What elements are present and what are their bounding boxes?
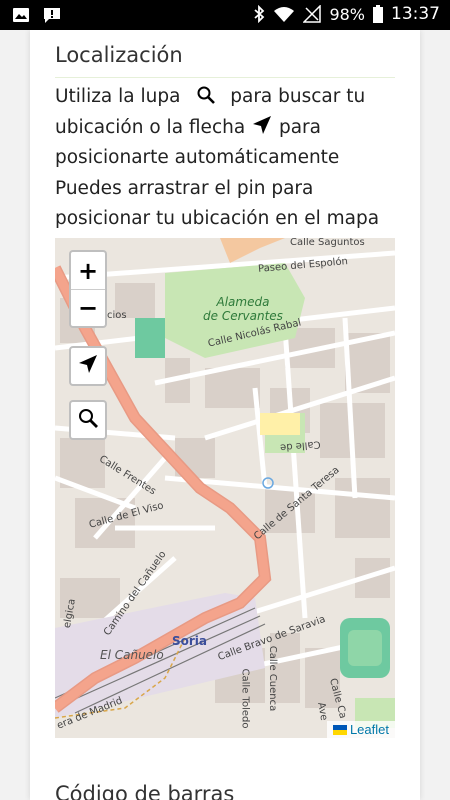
status-bar: 98% 13:37 xyxy=(0,0,450,30)
map-label-park: Alameda de Cervantes xyxy=(203,295,283,323)
battery-level: 98% xyxy=(329,4,365,24)
locate-button[interactable] xyxy=(69,346,107,386)
flag-icon xyxy=(332,724,347,735)
battery-icon xyxy=(373,5,383,23)
image-icon xyxy=(12,6,30,24)
locate-arrow-icon xyxy=(77,353,99,380)
map-label: Calle Cuenca xyxy=(267,645,279,712)
map-label: Calle Saguntos xyxy=(290,238,365,248)
zoom-out-button[interactable]: − xyxy=(71,289,105,326)
zoom-in-button[interactable]: + xyxy=(71,252,105,289)
map-label: Calle Toledo xyxy=(239,668,251,729)
magnifier-icon xyxy=(196,85,216,116)
map-label-district: El Cañuelo xyxy=(100,648,164,662)
chat-icon xyxy=(42,6,62,24)
section-title-location: Localización xyxy=(55,43,183,67)
map-attribution[interactable]: Leaflet xyxy=(326,721,395,738)
search-icon xyxy=(77,407,99,434)
signal-icon xyxy=(303,5,322,23)
bluetooth-icon xyxy=(253,5,265,23)
zoom-control: + − xyxy=(69,250,107,328)
leaflet-link[interactable]: Leaflet xyxy=(350,722,389,737)
map-label-station: Soria xyxy=(172,634,208,648)
locate-arrow-icon xyxy=(251,114,273,147)
wifi-icon xyxy=(273,5,295,23)
search-location-button[interactable] xyxy=(69,400,107,440)
location-card: Localización Utiliza la lupa para buscar… xyxy=(30,30,420,800)
clock: 13:37 xyxy=(391,4,440,24)
location-map[interactable]: Calle Saguntos Paseo del Espolón Alameda… xyxy=(55,238,395,738)
section-title-barcode: Código de barras xyxy=(55,782,235,800)
location-instructions: Utiliza la lupa para buscar tu ubicación… xyxy=(55,85,380,229)
title-divider xyxy=(55,77,395,78)
